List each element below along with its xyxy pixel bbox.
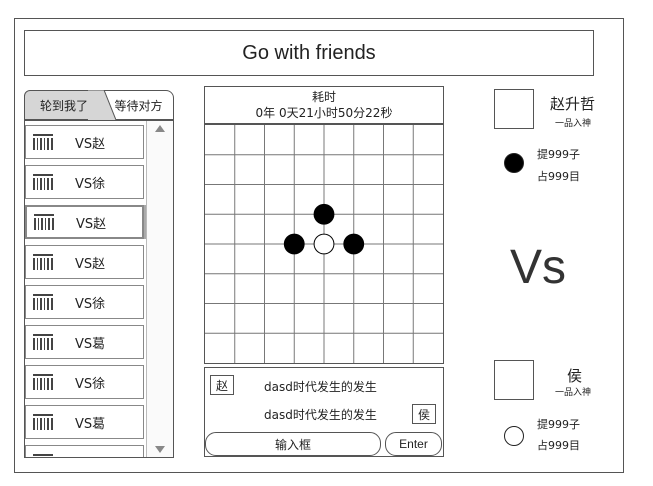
captured-count: 提999子 (537, 148, 580, 161)
scroll-up-arrow-icon[interactable] (155, 125, 165, 132)
barcode-icon (33, 334, 53, 350)
black-stone-icon (504, 153, 524, 173)
game-list-item[interactable]: VS徐 (25, 285, 144, 319)
game-list-item[interactable]: VS葛 (25, 325, 144, 359)
go-board[interactable] (204, 124, 444, 364)
elapsed-time-label: 耗时 (311, 90, 336, 104)
chat-message: dasd时代发生的发生 (264, 380, 377, 394)
player-name: 侯 (567, 367, 583, 385)
elapsed-time-panel: 耗时 0年 0天21小时50分22秒 (204, 86, 444, 124)
game-opponent-label: VS赵 (75, 256, 106, 272)
app-title: Go with friends (24, 30, 594, 76)
game-list-item[interactable]: VS赵 (25, 125, 144, 159)
list-scrollbar[interactable] (146, 121, 173, 457)
captured-count: 提999子 (537, 418, 580, 431)
territory-count: 占999目 (537, 439, 580, 452)
chat-input[interactable]: 输入框 (205, 432, 381, 456)
territory-count: 占999目 (537, 170, 580, 183)
barcode-icon (33, 134, 53, 150)
game-list-item[interactable]: VS赵 (25, 205, 144, 239)
player-rank: 一品入神 (555, 388, 592, 398)
enter-button[interactable]: Enter (385, 432, 442, 456)
game-opponent-label: VS徐 (75, 296, 106, 312)
game-opponent-label: VS赵 (75, 136, 106, 152)
barcode-icon (33, 174, 53, 190)
elapsed-time-value: 0年 0天21小时50分22秒 (255, 106, 393, 120)
game-opponent-label: VS徐 (75, 453, 105, 458)
scroll-down-arrow-icon[interactable] (155, 446, 165, 453)
versus-label: Vs (510, 241, 567, 294)
chat-panel: 赵 dasd时代发生的发生 dasd时代发生的发生 侯 输入框 Enter (204, 367, 444, 457)
game-list: VS赵 VS徐 VS赵 VS赵 VS徐 VS葛 VS徐 VS葛 VS徐 (24, 120, 174, 458)
chat-sender-avatar: 赵 (210, 375, 234, 395)
white-stone (313, 233, 335, 255)
game-opponent-label: VS葛 (75, 336, 106, 352)
barcode-icon (33, 454, 53, 456)
chat-sender-avatar: 侯 (412, 404, 436, 424)
game-opponent-label: VS徐 (75, 176, 106, 192)
tab-divider (88, 90, 116, 120)
black-stone (343, 233, 365, 255)
barcode-icon (33, 294, 53, 310)
black-stone (313, 203, 335, 225)
game-opponent-label: VS徐 (75, 376, 106, 392)
barcode-icon (33, 414, 53, 430)
barcode-icon (33, 254, 53, 270)
game-list-item[interactable]: VS徐 (25, 445, 144, 458)
barcode-icon (33, 374, 53, 390)
player-avatar (494, 89, 534, 129)
game-list-item[interactable]: VS徐 (25, 365, 144, 399)
player-avatar (494, 360, 534, 400)
game-opponent-label: VS赵 (76, 216, 107, 232)
player-rank: 一品入神 (555, 119, 592, 129)
game-list-item[interactable]: VS徐 (25, 165, 144, 199)
game-list-item[interactable]: VS葛 (25, 405, 144, 439)
barcode-icon (34, 214, 54, 230)
black-stone (283, 233, 305, 255)
white-stone-icon (504, 426, 524, 446)
player-name: 赵升哲 (550, 95, 596, 113)
game-opponent-label: VS葛 (75, 416, 106, 432)
game-list-item[interactable]: VS赵 (25, 245, 144, 279)
chat-message: dasd时代发生的发生 (264, 408, 377, 422)
